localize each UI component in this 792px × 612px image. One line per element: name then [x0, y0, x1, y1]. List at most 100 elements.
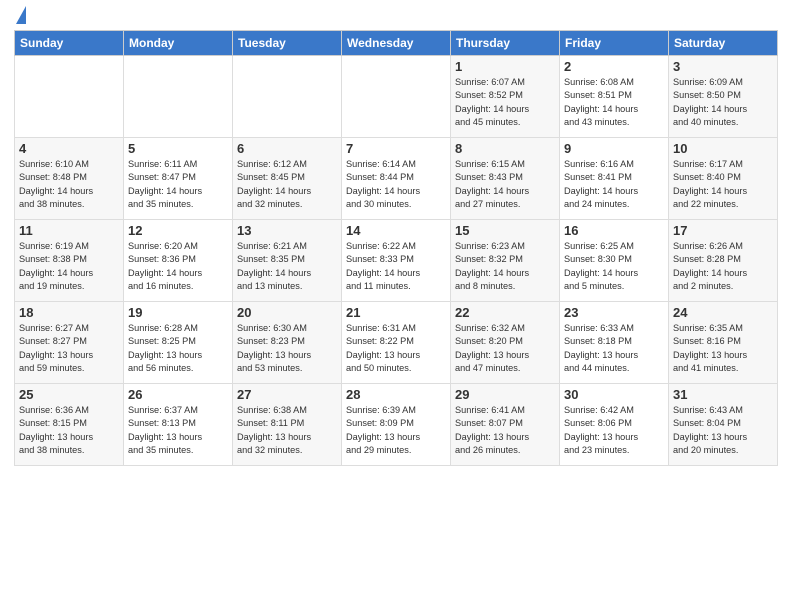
day-info: Sunrise: 6:37 AM Sunset: 8:13 PM Dayligh…	[128, 404, 228, 457]
day-number: 30	[564, 387, 664, 402]
day-info: Sunrise: 6:42 AM Sunset: 8:06 PM Dayligh…	[564, 404, 664, 457]
calendar-cell: 23 Sunrise: 6:33 AM Sunset: 8:18 PM Dayli…	[560, 302, 669, 384]
calendar-header-wednesday: Wednesday	[342, 31, 451, 56]
day-number: 8	[455, 141, 555, 156]
calendar-cell: 19 Sunrise: 6:28 AM Sunset: 8:25 PM Dayli…	[124, 302, 233, 384]
day-number: 14	[346, 223, 446, 238]
day-number: 29	[455, 387, 555, 402]
day-info: Sunrise: 6:31 AM Sunset: 8:22 PM Dayligh…	[346, 322, 446, 375]
day-info: Sunrise: 6:10 AM Sunset: 8:48 PM Dayligh…	[19, 158, 119, 211]
logo	[14, 10, 26, 24]
day-number: 12	[128, 223, 228, 238]
calendar-week-5: 25 Sunrise: 6:36 AM Sunset: 8:15 PM Dayli…	[15, 384, 778, 466]
calendar-week-4: 18 Sunrise: 6:27 AM Sunset: 8:27 PM Dayli…	[15, 302, 778, 384]
calendar-cell: 16 Sunrise: 6:25 AM Sunset: 8:30 PM Dayli…	[560, 220, 669, 302]
calendar-week-3: 11Sunrise: 6:19 AM Sunset: 8:38 PM Dayli…	[15, 220, 778, 302]
calendar-cell: 24 Sunrise: 6:35 AM Sunset: 8:16 PM Dayli…	[669, 302, 778, 384]
calendar-cell: 20 Sunrise: 6:30 AM Sunset: 8:23 PM Dayli…	[233, 302, 342, 384]
day-number: 25	[19, 387, 119, 402]
day-number: 22	[455, 305, 555, 320]
calendar-header-thursday: Thursday	[451, 31, 560, 56]
calendar-header-friday: Friday	[560, 31, 669, 56]
day-info: Sunrise: 6:41 AM Sunset: 8:07 PM Dayligh…	[455, 404, 555, 457]
day-number: 17	[673, 223, 773, 238]
calendar-cell: 17 Sunrise: 6:26 AM Sunset: 8:28 PM Dayli…	[669, 220, 778, 302]
calendar-cell: 4 Sunrise: 6:10 AM Sunset: 8:48 PM Daylig…	[15, 138, 124, 220]
calendar-cell: 7 Sunrise: 6:14 AM Sunset: 8:44 PM Daylig…	[342, 138, 451, 220]
day-info: Sunrise: 6:12 AM Sunset: 8:45 PM Dayligh…	[237, 158, 337, 211]
calendar-cell: 12 Sunrise: 6:20 AM Sunset: 8:36 PM Dayli…	[124, 220, 233, 302]
calendar-table: SundayMondayTuesdayWednesdayThursdayFrid…	[14, 30, 778, 466]
header	[14, 10, 778, 24]
day-info: Sunrise: 6:32 AM Sunset: 8:20 PM Dayligh…	[455, 322, 555, 375]
calendar-header-tuesday: Tuesday	[233, 31, 342, 56]
calendar-cell: 2 Sunrise: 6:08 AM Sunset: 8:51 PM Daylig…	[560, 56, 669, 138]
day-number: 3	[673, 59, 773, 74]
calendar-cell: 15 Sunrise: 6:23 AM Sunset: 8:32 PM Dayli…	[451, 220, 560, 302]
day-info: Sunrise: 6:26 AM Sunset: 8:28 PM Dayligh…	[673, 240, 773, 293]
calendar-cell: 18 Sunrise: 6:27 AM Sunset: 8:27 PM Dayli…	[15, 302, 124, 384]
day-number: 19	[128, 305, 228, 320]
calendar-cell	[233, 56, 342, 138]
day-number: 6	[237, 141, 337, 156]
day-number: 4	[19, 141, 119, 156]
day-number: 15	[455, 223, 555, 238]
calendar-cell	[15, 56, 124, 138]
day-info: Sunrise: 6:19 AM Sunset: 8:38 PM Dayligh…	[19, 240, 119, 293]
day-number: 27	[237, 387, 337, 402]
day-number: 20	[237, 305, 337, 320]
day-number: 13	[237, 223, 337, 238]
day-info: Sunrise: 6:14 AM Sunset: 8:44 PM Dayligh…	[346, 158, 446, 211]
day-info: Sunrise: 6:27 AM Sunset: 8:27 PM Dayligh…	[19, 322, 119, 375]
logo-triangle-icon	[16, 6, 26, 24]
day-number: 18	[19, 305, 119, 320]
calendar-header-saturday: Saturday	[669, 31, 778, 56]
day-info: Sunrise: 6:28 AM Sunset: 8:25 PM Dayligh…	[128, 322, 228, 375]
day-info: Sunrise: 6:17 AM Sunset: 8:40 PM Dayligh…	[673, 158, 773, 211]
day-number: 31	[673, 387, 773, 402]
day-number: 9	[564, 141, 664, 156]
calendar-cell: 9 Sunrise: 6:16 AM Sunset: 8:41 PM Daylig…	[560, 138, 669, 220]
day-number: 7	[346, 141, 446, 156]
day-info: Sunrise: 6:36 AM Sunset: 8:15 PM Dayligh…	[19, 404, 119, 457]
calendar-cell: 26 Sunrise: 6:37 AM Sunset: 8:13 PM Dayli…	[124, 384, 233, 466]
calendar-cell: 8Sunrise: 6:15 AM Sunset: 8:43 PM Daylig…	[451, 138, 560, 220]
calendar-cell: 5 Sunrise: 6:11 AM Sunset: 8:47 PM Daylig…	[124, 138, 233, 220]
day-info: Sunrise: 6:11 AM Sunset: 8:47 PM Dayligh…	[128, 158, 228, 211]
day-number: 23	[564, 305, 664, 320]
day-info: Sunrise: 6:33 AM Sunset: 8:18 PM Dayligh…	[564, 322, 664, 375]
day-number: 28	[346, 387, 446, 402]
day-info: Sunrise: 6:43 AM Sunset: 8:04 PM Dayligh…	[673, 404, 773, 457]
calendar-cell: 1 Sunrise: 6:07 AM Sunset: 8:52 PM Daylig…	[451, 56, 560, 138]
day-info: Sunrise: 6:21 AM Sunset: 8:35 PM Dayligh…	[237, 240, 337, 293]
day-info: Sunrise: 6:07 AM Sunset: 8:52 PM Dayligh…	[455, 76, 555, 129]
day-info: Sunrise: 6:22 AM Sunset: 8:33 PM Dayligh…	[346, 240, 446, 293]
calendar-cell: 21 Sunrise: 6:31 AM Sunset: 8:22 PM Dayli…	[342, 302, 451, 384]
day-info: Sunrise: 6:20 AM Sunset: 8:36 PM Dayligh…	[128, 240, 228, 293]
calendar-cell: 27 Sunrise: 6:38 AM Sunset: 8:11 PM Dayli…	[233, 384, 342, 466]
day-info: Sunrise: 6:35 AM Sunset: 8:16 PM Dayligh…	[673, 322, 773, 375]
day-number: 24	[673, 305, 773, 320]
day-info: Sunrise: 6:38 AM Sunset: 8:11 PM Dayligh…	[237, 404, 337, 457]
day-number: 1	[455, 59, 555, 74]
day-info: Sunrise: 6:39 AM Sunset: 8:09 PM Dayligh…	[346, 404, 446, 457]
day-info: Sunrise: 6:30 AM Sunset: 8:23 PM Dayligh…	[237, 322, 337, 375]
calendar-cell: 25 Sunrise: 6:36 AM Sunset: 8:15 PM Dayli…	[15, 384, 124, 466]
day-number: 2	[564, 59, 664, 74]
calendar-cell: 6 Sunrise: 6:12 AM Sunset: 8:45 PM Daylig…	[233, 138, 342, 220]
day-number: 5	[128, 141, 228, 156]
day-info: Sunrise: 6:23 AM Sunset: 8:32 PM Dayligh…	[455, 240, 555, 293]
calendar-cell: 13 Sunrise: 6:21 AM Sunset: 8:35 PM Dayli…	[233, 220, 342, 302]
day-info: Sunrise: 6:08 AM Sunset: 8:51 PM Dayligh…	[564, 76, 664, 129]
day-info: Sunrise: 6:16 AM Sunset: 8:41 PM Dayligh…	[564, 158, 664, 211]
day-number: 21	[346, 305, 446, 320]
calendar-header-monday: Monday	[124, 31, 233, 56]
day-number: 10	[673, 141, 773, 156]
day-number: 16	[564, 223, 664, 238]
calendar-cell: 3Sunrise: 6:09 AM Sunset: 8:50 PM Daylig…	[669, 56, 778, 138]
day-number: 26	[128, 387, 228, 402]
calendar-header-row: SundayMondayTuesdayWednesdayThursdayFrid…	[15, 31, 778, 56]
day-info: Sunrise: 6:25 AM Sunset: 8:30 PM Dayligh…	[564, 240, 664, 293]
calendar-cell: 22 Sunrise: 6:32 AM Sunset: 8:20 PM Dayli…	[451, 302, 560, 384]
calendar-cell: 10 Sunrise: 6:17 AM Sunset: 8:40 PM Dayli…	[669, 138, 778, 220]
